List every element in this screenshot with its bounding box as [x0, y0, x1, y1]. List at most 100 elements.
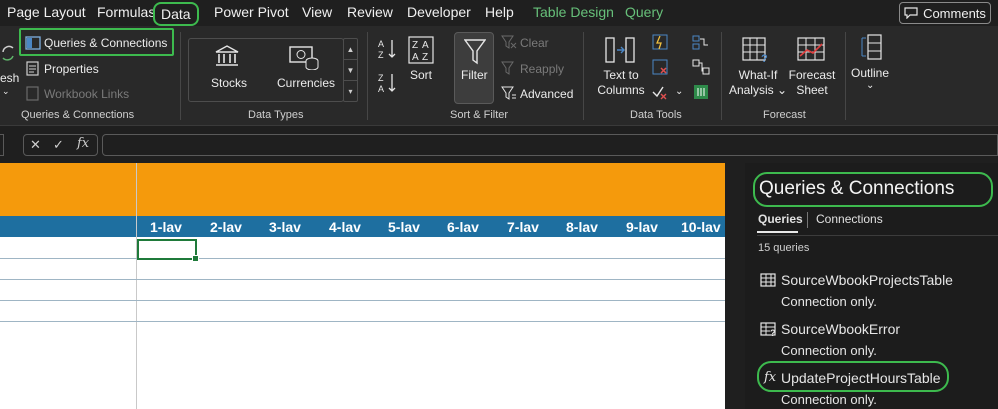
- gallery-more-icon[interactable]: ▾: [344, 81, 357, 101]
- what-if-analysis-button[interactable]: What-If Analysis ⌄: [728, 68, 788, 98]
- query-name[interactable]: UpdateProjectHoursTable: [781, 370, 941, 386]
- column-header[interactable]: 4-lav: [329, 219, 361, 235]
- column-header[interactable]: 3-lav: [269, 219, 301, 235]
- menu-table-design[interactable]: Table Design: [533, 4, 614, 20]
- svg-text:Z: Z: [412, 40, 418, 51]
- refresh-all-button-label[interactable]: esh: [0, 71, 19, 85]
- pane-title: Queries & Connections: [753, 172, 993, 207]
- forecast-sheet-button[interactable]: Forecast Sheet: [786, 68, 838, 98]
- group-separator: [367, 32, 368, 120]
- svg-text:Z: Z: [422, 52, 428, 63]
- currencies-button[interactable]: Currencies: [277, 76, 335, 90]
- queries-connections-button[interactable]: Queries & Connections: [44, 36, 167, 50]
- group-title-datatools: Data Tools: [630, 109, 682, 121]
- function-icon: fx: [764, 370, 777, 385]
- consolidate-icon[interactable]: [692, 34, 710, 50]
- svg-text:Z: Z: [378, 73, 384, 83]
- remove-duplicates-icon[interactable]: [652, 59, 668, 75]
- menu-review[interactable]: Review: [347, 4, 393, 20]
- data-types-gallery-scroll[interactable]: ▲ ▼ ▾: [343, 38, 358, 102]
- comments-button[interactable]: Comments: [899, 2, 991, 24]
- cancel-icon[interactable]: ✕: [30, 137, 41, 153]
- text-to-columns-button[interactable]: Text to Columns: [597, 68, 645, 98]
- menu-view[interactable]: View: [302, 4, 332, 20]
- svg-text:A: A: [412, 52, 419, 63]
- row-gridline: [0, 321, 725, 322]
- column-header[interactable]: 1-lav: [150, 219, 182, 235]
- group-title-datatypes: Data Types: [248, 109, 304, 121]
- text-to-columns-label-2: Columns: [597, 83, 645, 97]
- clear-button[interactable]: Clear: [520, 36, 549, 50]
- pane-divider: [757, 235, 998, 236]
- queries-connections-pane: Queries & Connections Queries Connection…: [745, 163, 998, 409]
- data-validation-dropdown-icon[interactable]: ⌄: [675, 86, 683, 97]
- gallery-up-icon[interactable]: ▲: [344, 39, 357, 60]
- svg-text:A: A: [422, 40, 429, 51]
- filter-button[interactable]: Filter: [454, 32, 494, 104]
- stocks-button[interactable]: Stocks: [211, 76, 247, 90]
- forecast-sheet-label-2: Sheet: [796, 83, 828, 97]
- advanced-button[interactable]: Advanced: [520, 87, 573, 101]
- properties-icon: [26, 61, 39, 76]
- refresh-dropdown-icon[interactable]: ⌄: [2, 86, 10, 97]
- name-box-edge[interactable]: [0, 134, 4, 156]
- worksheet-grid[interactable]: 1-lav 2-lav 3-lav 4-lav 5-lav 6-lav 7-la…: [0, 163, 745, 409]
- column-header[interactable]: 5-lav: [388, 219, 420, 235]
- comment-icon: [904, 7, 918, 19]
- menu-data[interactable]: Data: [153, 2, 199, 26]
- properties-button[interactable]: Properties: [44, 62, 99, 76]
- sort-button[interactable]: Sort: [410, 68, 432, 82]
- column-header[interactable]: 10-lav: [681, 219, 721, 235]
- column-header[interactable]: 8-lav: [566, 219, 598, 235]
- tab-queries[interactable]: Queries: [758, 212, 803, 226]
- svg-text:?: ?: [761, 53, 768, 64]
- group-title-sortfilter: Sort & Filter: [450, 109, 509, 121]
- what-if-label-2: Analysis: [728, 83, 774, 97]
- column-header[interactable]: 9-lav: [626, 219, 658, 235]
- insert-function-icon[interactable]: fx: [77, 136, 89, 151]
- data-validation-icon[interactable]: [652, 84, 668, 100]
- group-title-queries: Queries & Connections: [21, 109, 135, 121]
- column-header[interactable]: 2-lav: [210, 219, 242, 235]
- reapply-button[interactable]: Reapply: [520, 62, 564, 76]
- menu-developer[interactable]: Developer: [407, 4, 471, 20]
- gallery-down-icon[interactable]: ▼: [344, 60, 357, 81]
- selected-cell[interactable]: [137, 239, 199, 262]
- tab-separator: [807, 212, 808, 228]
- menu-bar: Page Layout Formulas Data Power Pivot Vi…: [0, 0, 998, 26]
- menu-power-pivot[interactable]: Power Pivot: [214, 4, 289, 20]
- sort-za-icon[interactable]: ZA: [378, 72, 398, 94]
- column-header[interactable]: 7-lav: [507, 219, 539, 235]
- relationships-icon[interactable]: [692, 59, 710, 75]
- forecast-sheet-label-1: Forecast: [788, 68, 836, 82]
- tab-connections[interactable]: Connections: [816, 212, 883, 226]
- data-types-gallery: [188, 38, 344, 102]
- menu-formulas[interactable]: Formulas: [97, 4, 155, 20]
- formula-input[interactable]: [102, 134, 998, 156]
- flash-fill-icon[interactable]: [652, 34, 668, 50]
- sort-az-icon[interactable]: AZ: [378, 38, 398, 60]
- ribbon: esh ⌄ Queries & Connections Properties W…: [0, 26, 998, 126]
- manage-data-model-icon[interactable]: [692, 84, 710, 100]
- query-name[interactable]: SourceWbookProjectsTable: [781, 272, 953, 288]
- query-status: Connection only.: [781, 343, 877, 358]
- outline-dropdown-icon[interactable]: ⌄: [866, 80, 874, 91]
- filter-icon: [464, 39, 486, 65]
- group-separator: [845, 32, 846, 120]
- column-header[interactable]: 6-lav: [447, 219, 479, 235]
- outline-icon: [861, 34, 882, 60]
- group-separator: [583, 32, 584, 120]
- query-count: 15 queries: [758, 242, 810, 254]
- outline-button[interactable]: Outline: [851, 66, 889, 80]
- menu-page-layout[interactable]: Page Layout: [7, 4, 86, 20]
- banner-row: [0, 163, 745, 216]
- menu-help[interactable]: Help: [485, 4, 514, 20]
- workbook-links-button[interactable]: Workbook Links: [44, 87, 129, 101]
- menu-query[interactable]: Query: [625, 4, 663, 20]
- svg-text:A: A: [378, 39, 384, 49]
- vertical-scrollbar[interactable]: [725, 163, 745, 409]
- query-name[interactable]: SourceWbookError: [781, 321, 900, 337]
- enter-icon[interactable]: ✓: [53, 137, 64, 153]
- tab-active-indicator: [757, 231, 798, 233]
- currencies-icon: [289, 46, 319, 70]
